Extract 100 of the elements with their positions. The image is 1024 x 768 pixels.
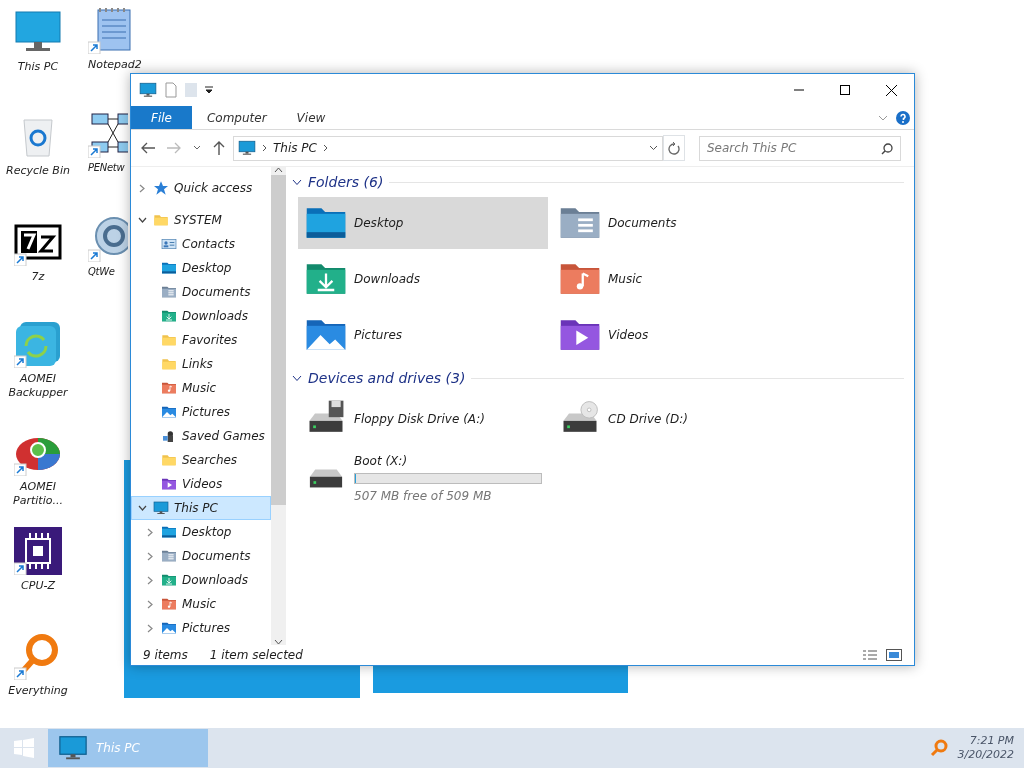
ribbon-tab[interactable]: View xyxy=(281,106,341,129)
tree-label[interactable]: Searches xyxy=(182,451,238,469)
icon-label[interactable]: CPU-Z xyxy=(21,579,55,593)
tree-item[interactable]: Videos xyxy=(131,472,271,496)
drive-label: Boot (X:) xyxy=(354,452,409,470)
downloads-folder-icon xyxy=(161,308,177,324)
refresh-button[interactable] xyxy=(663,135,685,161)
tree-item[interactable]: Searches xyxy=(131,448,271,472)
tree-label[interactable]: Links xyxy=(182,355,213,373)
folder-item[interactable]: Pictures xyxy=(298,309,548,361)
tree-label[interactable]: Pictures xyxy=(182,403,231,421)
clock-date[interactable]: 3/20/2022 xyxy=(957,748,1014,763)
scrollbar[interactable] xyxy=(271,167,286,645)
expanded-chevron-icon[interactable] xyxy=(137,505,147,511)
folder-item[interactable]: Boot (X:) 507 MB free of 509 MB xyxy=(298,449,548,507)
folder-icon xyxy=(161,452,177,468)
chevron-icon xyxy=(193,145,201,151)
tree-item[interactable]: Links xyxy=(131,352,271,376)
group-title[interactable]: Folders (6) xyxy=(308,171,384,193)
address-bar[interactable]: This PC xyxy=(233,135,663,161)
item-label: Documents xyxy=(608,215,677,232)
tree-item[interactable]: Pictures xyxy=(131,400,271,424)
tree-label[interactable]: Documents xyxy=(182,283,251,301)
collapsed-chevron-icon[interactable] xyxy=(147,623,153,633)
scroll-down-icon xyxy=(274,639,283,645)
collapsed-chevron-icon[interactable] xyxy=(147,551,153,561)
forward-arrow-icon xyxy=(167,142,181,154)
tree-label[interactable]: Desktop xyxy=(182,523,232,541)
icon-label[interactable]: QtWe xyxy=(88,266,115,279)
icon-label[interactable]: AOMEI Backupper xyxy=(1,372,75,400)
icon-label[interactable]: 7z xyxy=(31,270,45,284)
folder-item[interactable]: Desktop xyxy=(298,197,548,249)
tree-label[interactable]: Quick access xyxy=(174,179,253,197)
chip-icon[interactable] xyxy=(14,527,62,575)
magnifier-icon[interactable] xyxy=(929,739,948,757)
icon-label[interactable]: This PC xyxy=(17,60,59,74)
network-diagram-icon[interactable] xyxy=(88,110,128,158)
tree-item[interactable]: Favorites xyxy=(131,328,271,352)
tree-label[interactable]: SYSTEM xyxy=(174,211,222,229)
chevron-icon[interactable] xyxy=(292,374,302,382)
folder-item[interactable]: Downloads xyxy=(298,253,548,305)
ribbon-tab[interactable]: Computer xyxy=(191,106,282,129)
tree-label[interactable]: Downloads xyxy=(182,571,248,589)
icon-label[interactable]: PENetw xyxy=(88,162,125,175)
dropdown-icon[interactable] xyxy=(649,145,658,151)
collapsed-chevron-icon[interactable] xyxy=(139,183,145,193)
tree-item[interactable]: This PC xyxy=(131,496,271,520)
search-field[interactable]: Search This PC xyxy=(699,135,901,161)
tree-label[interactable]: Contacts xyxy=(182,235,235,253)
icon-label[interactable]: AOMEI Partitio... xyxy=(1,480,75,508)
folder-item[interactable]: Videos xyxy=(552,309,802,361)
tree-item[interactable]: Desktop xyxy=(131,520,271,544)
tree-item[interactable]: Pictures xyxy=(131,616,271,640)
new-page-icon[interactable] xyxy=(165,82,177,98)
large-icons-view-icon[interactable] xyxy=(886,649,902,661)
tree-label[interactable]: Videos xyxy=(182,475,223,493)
tree-item[interactable]: SYSTEM xyxy=(131,208,271,232)
dropdown-icon[interactable] xyxy=(205,85,213,95)
group-title[interactable]: Devices and drives (3) xyxy=(308,367,466,389)
collapsed-chevron-icon[interactable] xyxy=(147,599,153,609)
collapsed-chevron-icon[interactable] xyxy=(147,575,153,585)
folder-item[interactable]: Music xyxy=(552,253,802,305)
folder-item[interactable]: CD Drive (D:) xyxy=(552,393,802,445)
tree-item[interactable]: Saved Games xyxy=(131,424,271,448)
tree-label[interactable]: Documents xyxy=(182,547,251,565)
icon-label[interactable]: Everything xyxy=(8,684,68,698)
tree-item[interactable]: Downloads xyxy=(131,304,271,328)
up-arrow-icon xyxy=(213,141,225,155)
expanded-chevron-icon[interactable] xyxy=(137,217,147,223)
tree-label[interactable]: Downloads xyxy=(182,307,248,325)
ribbon-tab[interactable]: File xyxy=(131,106,192,129)
folder-item[interactable]: Documents xyxy=(552,197,802,249)
tree-item[interactable]: Contacts xyxy=(131,232,271,256)
tree-item[interactable]: Music xyxy=(131,376,271,400)
desktop-folder-icon xyxy=(161,524,177,540)
tree-item[interactable]: Documents xyxy=(131,544,271,568)
tree-label[interactable]: Desktop xyxy=(182,259,232,277)
folder-item[interactable]: Floppy Disk Drive (A:) xyxy=(298,393,548,445)
tree-label[interactable]: Music xyxy=(182,595,217,613)
tree-item[interactable]: Music xyxy=(131,592,271,616)
help-icon[interactable] xyxy=(896,110,910,125)
tree-label[interactable]: Favorites xyxy=(182,331,238,349)
icon-label[interactable]: Notepad2 xyxy=(88,58,142,72)
tree-label[interactable]: Music xyxy=(182,379,217,397)
icon-label[interactable]: Recycle Bin xyxy=(6,164,70,178)
clock-time[interactable]: 7:21 PM xyxy=(957,733,1014,748)
collapsed-chevron-icon[interactable] xyxy=(147,527,153,537)
tree-item[interactable]: Downloads xyxy=(131,568,271,592)
windows-logo-icon xyxy=(14,738,34,758)
breadcrumb[interactable]: This PC xyxy=(273,139,317,157)
tree-item[interactable]: Quick access xyxy=(131,176,271,200)
details-view-icon[interactable] xyxy=(862,649,878,661)
chevron-icon xyxy=(322,144,328,152)
tree-label[interactable]: Saved Games xyxy=(182,427,265,445)
chevron-icon[interactable] xyxy=(292,178,302,186)
tree-label[interactable]: This PC xyxy=(174,499,218,517)
tree-item[interactable]: Documents xyxy=(131,280,271,304)
sync-icon[interactable] xyxy=(14,320,62,368)
tree-label[interactable]: Pictures xyxy=(182,619,231,637)
tree-item[interactable]: Desktop xyxy=(131,256,271,280)
